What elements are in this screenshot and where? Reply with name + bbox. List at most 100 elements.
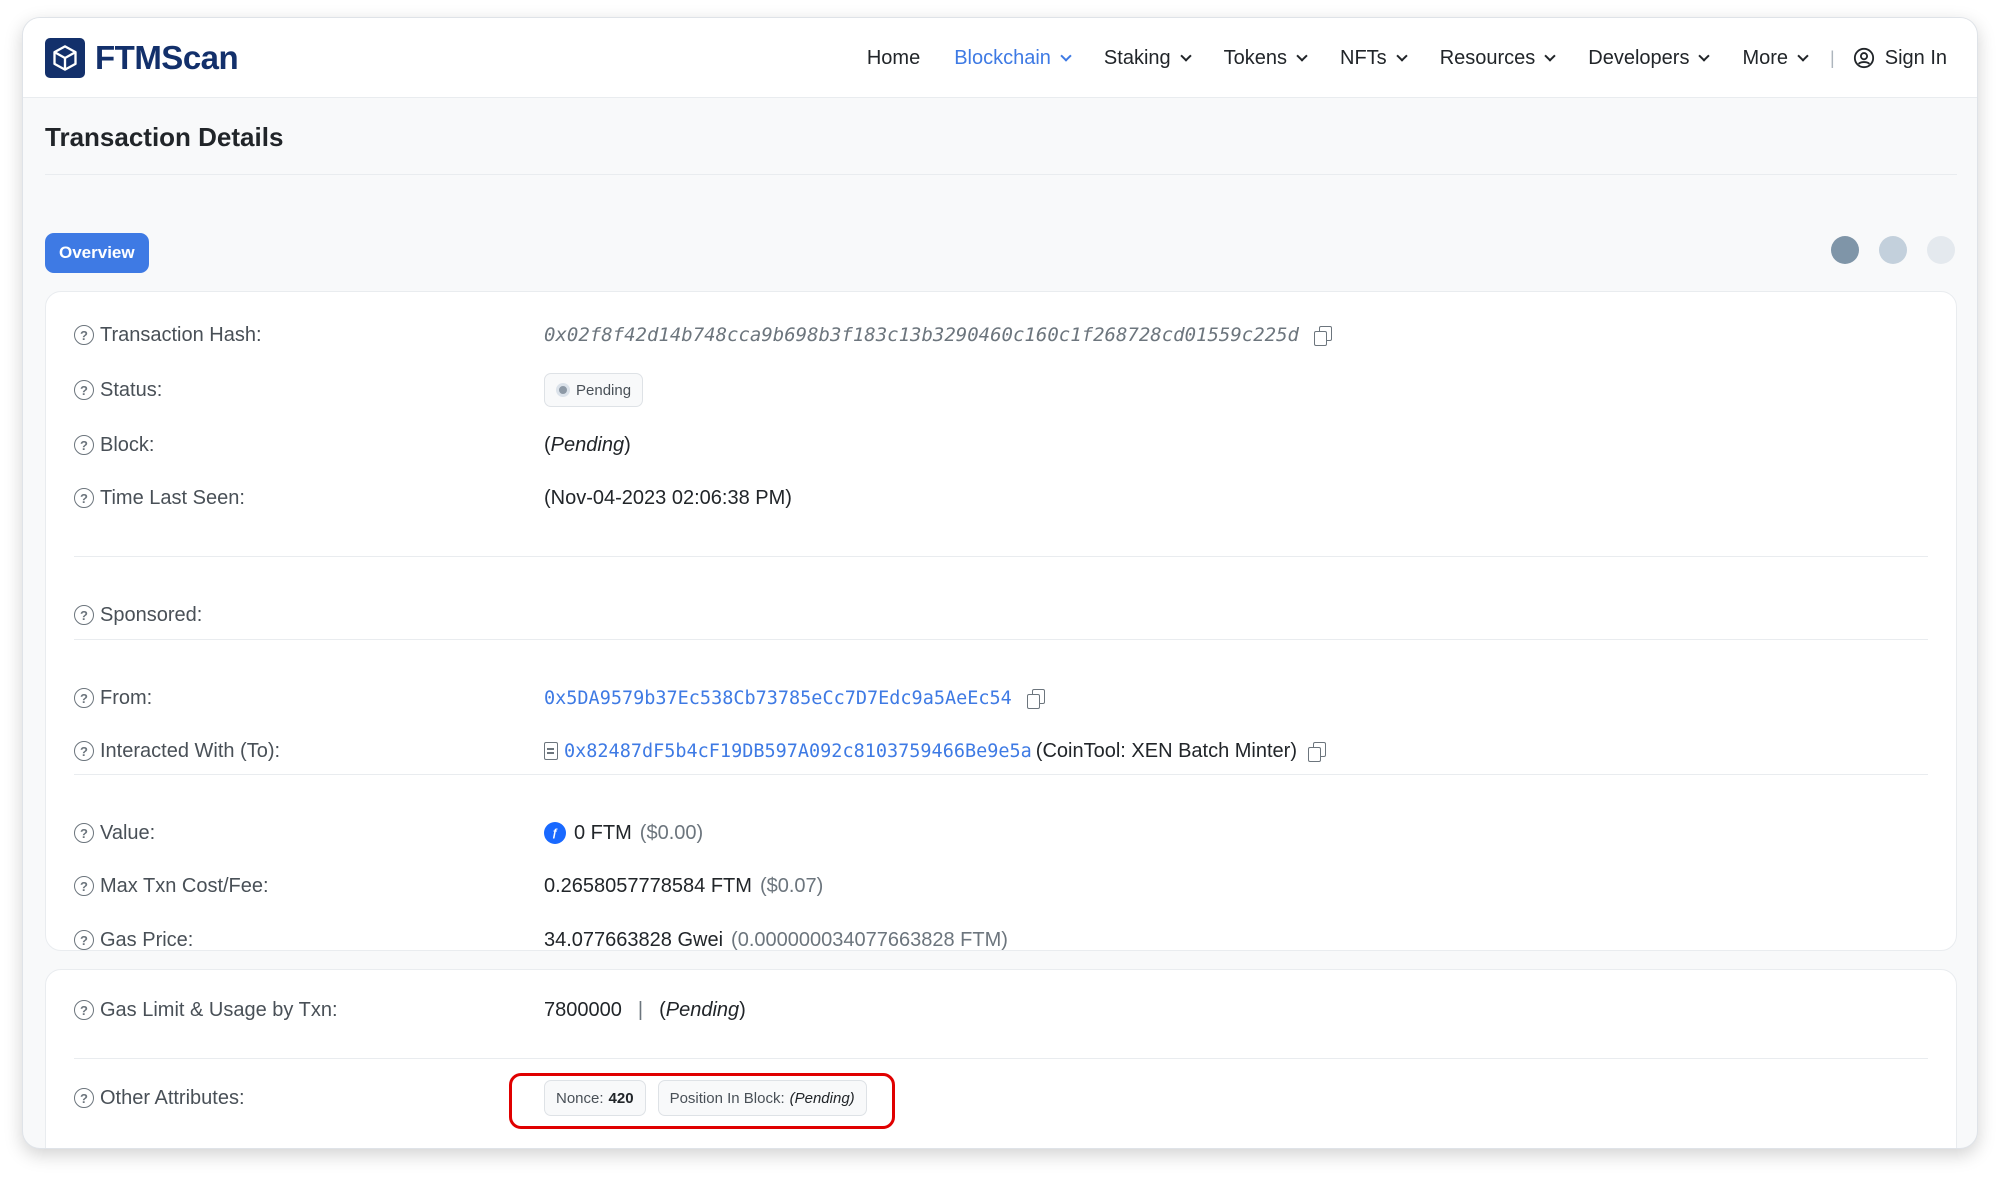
fantom-token-icon: ƒ: [544, 822, 566, 844]
chevron-down-icon: [1396, 49, 1408, 62]
question-circle-icon: ?: [74, 930, 94, 950]
block-value: Pending: [550, 433, 625, 456]
position-in-block-badge: Position In Block: (Pending): [657, 1080, 867, 1116]
field-label: Gas Limit & Usage by Txn:: [100, 998, 338, 1021]
main-nav: Home Blockchain Staking Tokens NFTs Reso…: [850, 18, 1947, 98]
divider: [74, 774, 1928, 775]
row-value: ? Value: ƒ 0 FTM ($0.00): [74, 817, 1928, 849]
nonce-value: 420: [608, 1089, 634, 1107]
copy-icon[interactable]: [1026, 688, 1046, 709]
contract-name: (CoinTool: XEN Batch Minter): [1035, 739, 1297, 762]
field-label: Status:: [100, 378, 163, 401]
chevron-down-icon: [1698, 49, 1711, 62]
nav-item-blockchain[interactable]: Blockchain: [937, 47, 1087, 70]
field-label: Transaction Hash:: [100, 323, 262, 346]
question-circle-icon: ?: [74, 435, 94, 455]
paren-close: ): [624, 433, 631, 456]
position-value: (Pending): [789, 1089, 855, 1107]
chevron-down-icon: [1544, 49, 1556, 62]
page-title: Transaction Details: [45, 122, 284, 152]
chevron-down-icon: [1179, 49, 1192, 62]
field-label: Gas Price:: [100, 928, 194, 951]
nav-item-home[interactable]: Home: [850, 47, 937, 70]
field-label: Other Attributes:: [100, 1086, 245, 1109]
pending-dot-icon: [556, 383, 570, 397]
question-circle-icon: ?: [74, 876, 94, 896]
gas-limit-value: 7800000: [544, 998, 622, 1021]
to-address-link[interactable]: 0x82487dF5b4cF19DB597A092c8103759466Be9e…: [564, 741, 1032, 762]
from-address-link[interactable]: 0x5DA9579b37Ec538Cb73785eCc7D7Edc9a5AeEc…: [544, 688, 1012, 709]
max-fee-usd: ($0.07): [759, 874, 824, 897]
question-circle-icon: ?: [74, 823, 94, 843]
row-max-fee: ? Max Txn Cost/Fee: 0.2658057778584 FTM (…: [74, 870, 1928, 902]
nav-item-more[interactable]: More: [1725, 47, 1824, 70]
gas-price-amount: 34.077663828 Gwei: [544, 928, 724, 951]
question-circle-icon: ?: [74, 741, 94, 761]
question-circle-icon: ?: [74, 688, 94, 708]
question-circle-icon: ?: [74, 605, 94, 625]
field-label: Block:: [100, 433, 155, 456]
nav-item-tokens[interactable]: Tokens: [1207, 47, 1323, 70]
ftmscan-logo[interactable]: FTMScan: [45, 38, 239, 78]
dot-button-3[interactable]: [1927, 236, 1955, 264]
nonce-badge: Nonce: 420: [544, 1080, 646, 1116]
separator: |: [637, 998, 644, 1021]
row-sponsored: ? Sponsored:: [74, 599, 1928, 631]
divider: [74, 639, 1928, 640]
details-card: ? Gas Limit & Usage by Txn: 7800000 | ( P…: [45, 969, 1957, 1148]
status-badge: Pending: [544, 373, 644, 407]
nav-label: Tokens: [1223, 46, 1288, 69]
paren-open: (: [659, 998, 666, 1021]
field-label: Time Last Seen:: [100, 486, 245, 509]
transaction-hash-value: 0x02f8f42d14b748cca9b698b3f183c13b329046…: [544, 324, 1299, 346]
row-transaction-hash: ? Transaction Hash: 0x02f8f42d14b748cca9b…: [74, 319, 1928, 351]
nav-label: NFTs: [1340, 46, 1387, 69]
paren-open: (: [544, 433, 551, 456]
row-other-attributes: ? Other Attributes: Nonce: 420 Position I…: [74, 1080, 1928, 1116]
contract-file-icon: [544, 742, 558, 760]
chevron-down-icon: [1060, 49, 1072, 62]
dot-button-1[interactable]: [1831, 236, 1859, 264]
value-usd: ($0.00): [639, 821, 704, 844]
nav-item-staking[interactable]: Staking: [1087, 47, 1207, 70]
time-last-seen-value: (Nov-04-2023 02:06:38 PM): [544, 486, 792, 509]
row-time-last-seen: ? Time Last Seen: (Nov-04-2023 02:06:38 P…: [74, 482, 1928, 514]
value-amount: 0 FTM: [574, 821, 632, 844]
row-status: ? Status: Pending: [74, 373, 1928, 407]
overview-card: ? Transaction Hash: 0x02f8f42d14b748cca9b…: [45, 291, 1957, 951]
row-gas-price: ? Gas Price: 34.077663828 Gwei (0.0000000…: [74, 924, 1928, 956]
nav-item-developers[interactable]: Developers: [1571, 47, 1725, 70]
copy-icon[interactable]: [1307, 741, 1327, 762]
nav-label: Home: [866, 46, 921, 69]
divider: [74, 1058, 1928, 1059]
divider: [74, 556, 1928, 557]
row-from: ? From: 0x5DA9579b37Ec538Cb73785eCc7D7Edc…: [74, 682, 1928, 714]
field-label: Interacted With (To):: [100, 739, 281, 762]
row-interacted-with: ? Interacted With (To): 0x82487dF5b4cF19D…: [74, 735, 1928, 767]
field-label: Value:: [100, 821, 156, 844]
paren-close: ): [739, 998, 746, 1021]
copy-icon[interactable]: [1313, 325, 1333, 346]
nav-item-resources[interactable]: Resources: [1423, 47, 1572, 70]
nonce-label: Nonce:: [556, 1089, 604, 1107]
field-label: Sponsored:: [100, 603, 203, 626]
nav-item-nfts[interactable]: NFTs: [1323, 47, 1423, 70]
chevron-down-icon: [1797, 49, 1809, 62]
tab-overview[interactable]: Overview: [45, 233, 149, 273]
cube-logo-icon: [45, 38, 85, 78]
nav-label: Blockchain: [954, 46, 1051, 69]
nav-label: Resources: [1439, 46, 1536, 69]
nav-label: More: [1742, 46, 1789, 69]
row-block: ? Block: ( Pending ): [74, 429, 1928, 461]
field-label: From:: [100, 686, 153, 709]
sign-in-label: Sign In: [1884, 46, 1947, 69]
max-fee-amount: 0.2658057778584 FTM: [544, 874, 752, 897]
sign-in-link[interactable]: Sign In: [1841, 47, 1947, 70]
question-circle-icon: ?: [74, 488, 94, 508]
site-header: FTMScan Home Blockchain Staking Tokens N…: [23, 18, 1977, 98]
nav-separator: |: [1830, 47, 1835, 68]
gas-usage-value: Pending: [665, 998, 740, 1021]
question-circle-icon: ?: [74, 1000, 94, 1020]
dot-button-2[interactable]: [1879, 236, 1907, 264]
tab-dots: [1831, 236, 1955, 264]
